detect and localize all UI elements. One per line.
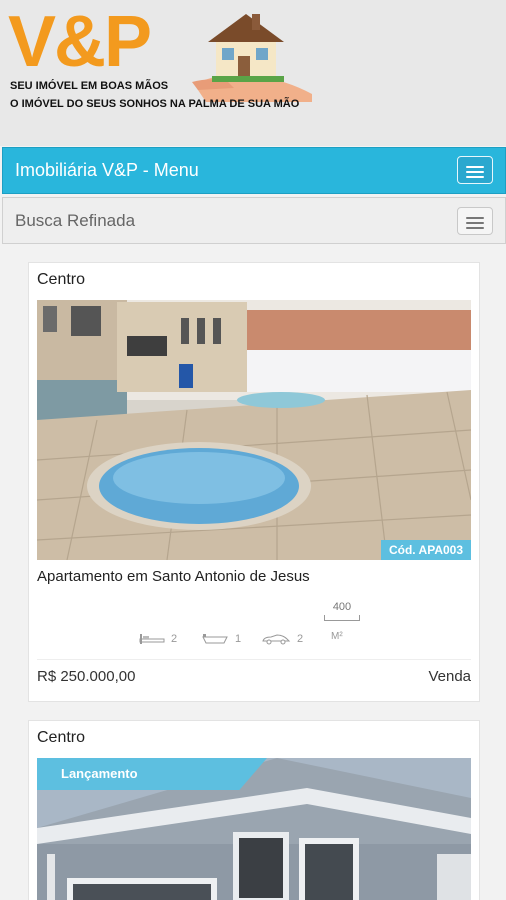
listing-title[interactable]: Apartamento em Santo Antonio de Jesus [37,568,310,585]
bathtub-icon [202,634,228,644]
listing-photo[interactable] [37,300,471,560]
listing-location: Centro [37,271,86,288]
house-hand-logo-icon [192,14,312,102]
listing-price: R$ 250.000,00 [37,668,136,685]
area-indicator: 400 [322,601,362,621]
listing-deal-type: Venda [428,668,471,685]
listing-card[interactable]: Centro Cód. APA003 Apartamento em Santo … [28,262,480,702]
bathrooms-feature: 1 [201,631,241,647]
bed-icon [139,634,165,644]
launch-badge: Lançamento [37,758,267,790]
listing-photo[interactable]: Lançamento [37,758,471,900]
tagline-2: O IMÓVEL DO SEUS SONHOS NA PALMA DE SUA … [10,98,300,110]
tagline-1: SEU IMÓVEL EM BOAS MÃOS [10,80,169,92]
hamburger-menu-icon [458,157,492,178]
main-nav-bar[interactable]: Imobiliária V&P - Menu [2,147,506,194]
refine-toggle-button[interactable] [457,207,493,235]
logo-text: V&P [8,2,152,82]
nav-title[interactable]: Imobiliária V&P - Menu [15,160,199,181]
bedrooms-count: 2 [171,633,178,645]
listing-card[interactable]: Centro Lançamento [28,720,480,900]
listing-location: Centro [37,729,86,746]
area-value: 400 [332,601,352,613]
car-icon [262,634,291,645]
card-divider [37,659,471,660]
listing-code-badge: Cód. APA003 [380,540,471,560]
bedrooms-feature: 2 [139,631,177,647]
bathrooms-count: 1 [235,633,242,645]
garages-feature: 2 [261,631,303,647]
area-ruler-icon [324,615,360,621]
site-header: V&P SEU IMÓVEL EM BOAS MÃOS O IMÓVEL DO … [0,0,506,146]
garages-count: 2 [297,633,304,645]
area-unit: M² [331,631,343,642]
refined-search-bar[interactable]: Busca Refinada [2,197,506,244]
refine-title[interactable]: Busca Refinada [15,211,135,231]
menu-toggle-button[interactable] [457,156,493,184]
hamburger-menu-icon [458,208,492,229]
